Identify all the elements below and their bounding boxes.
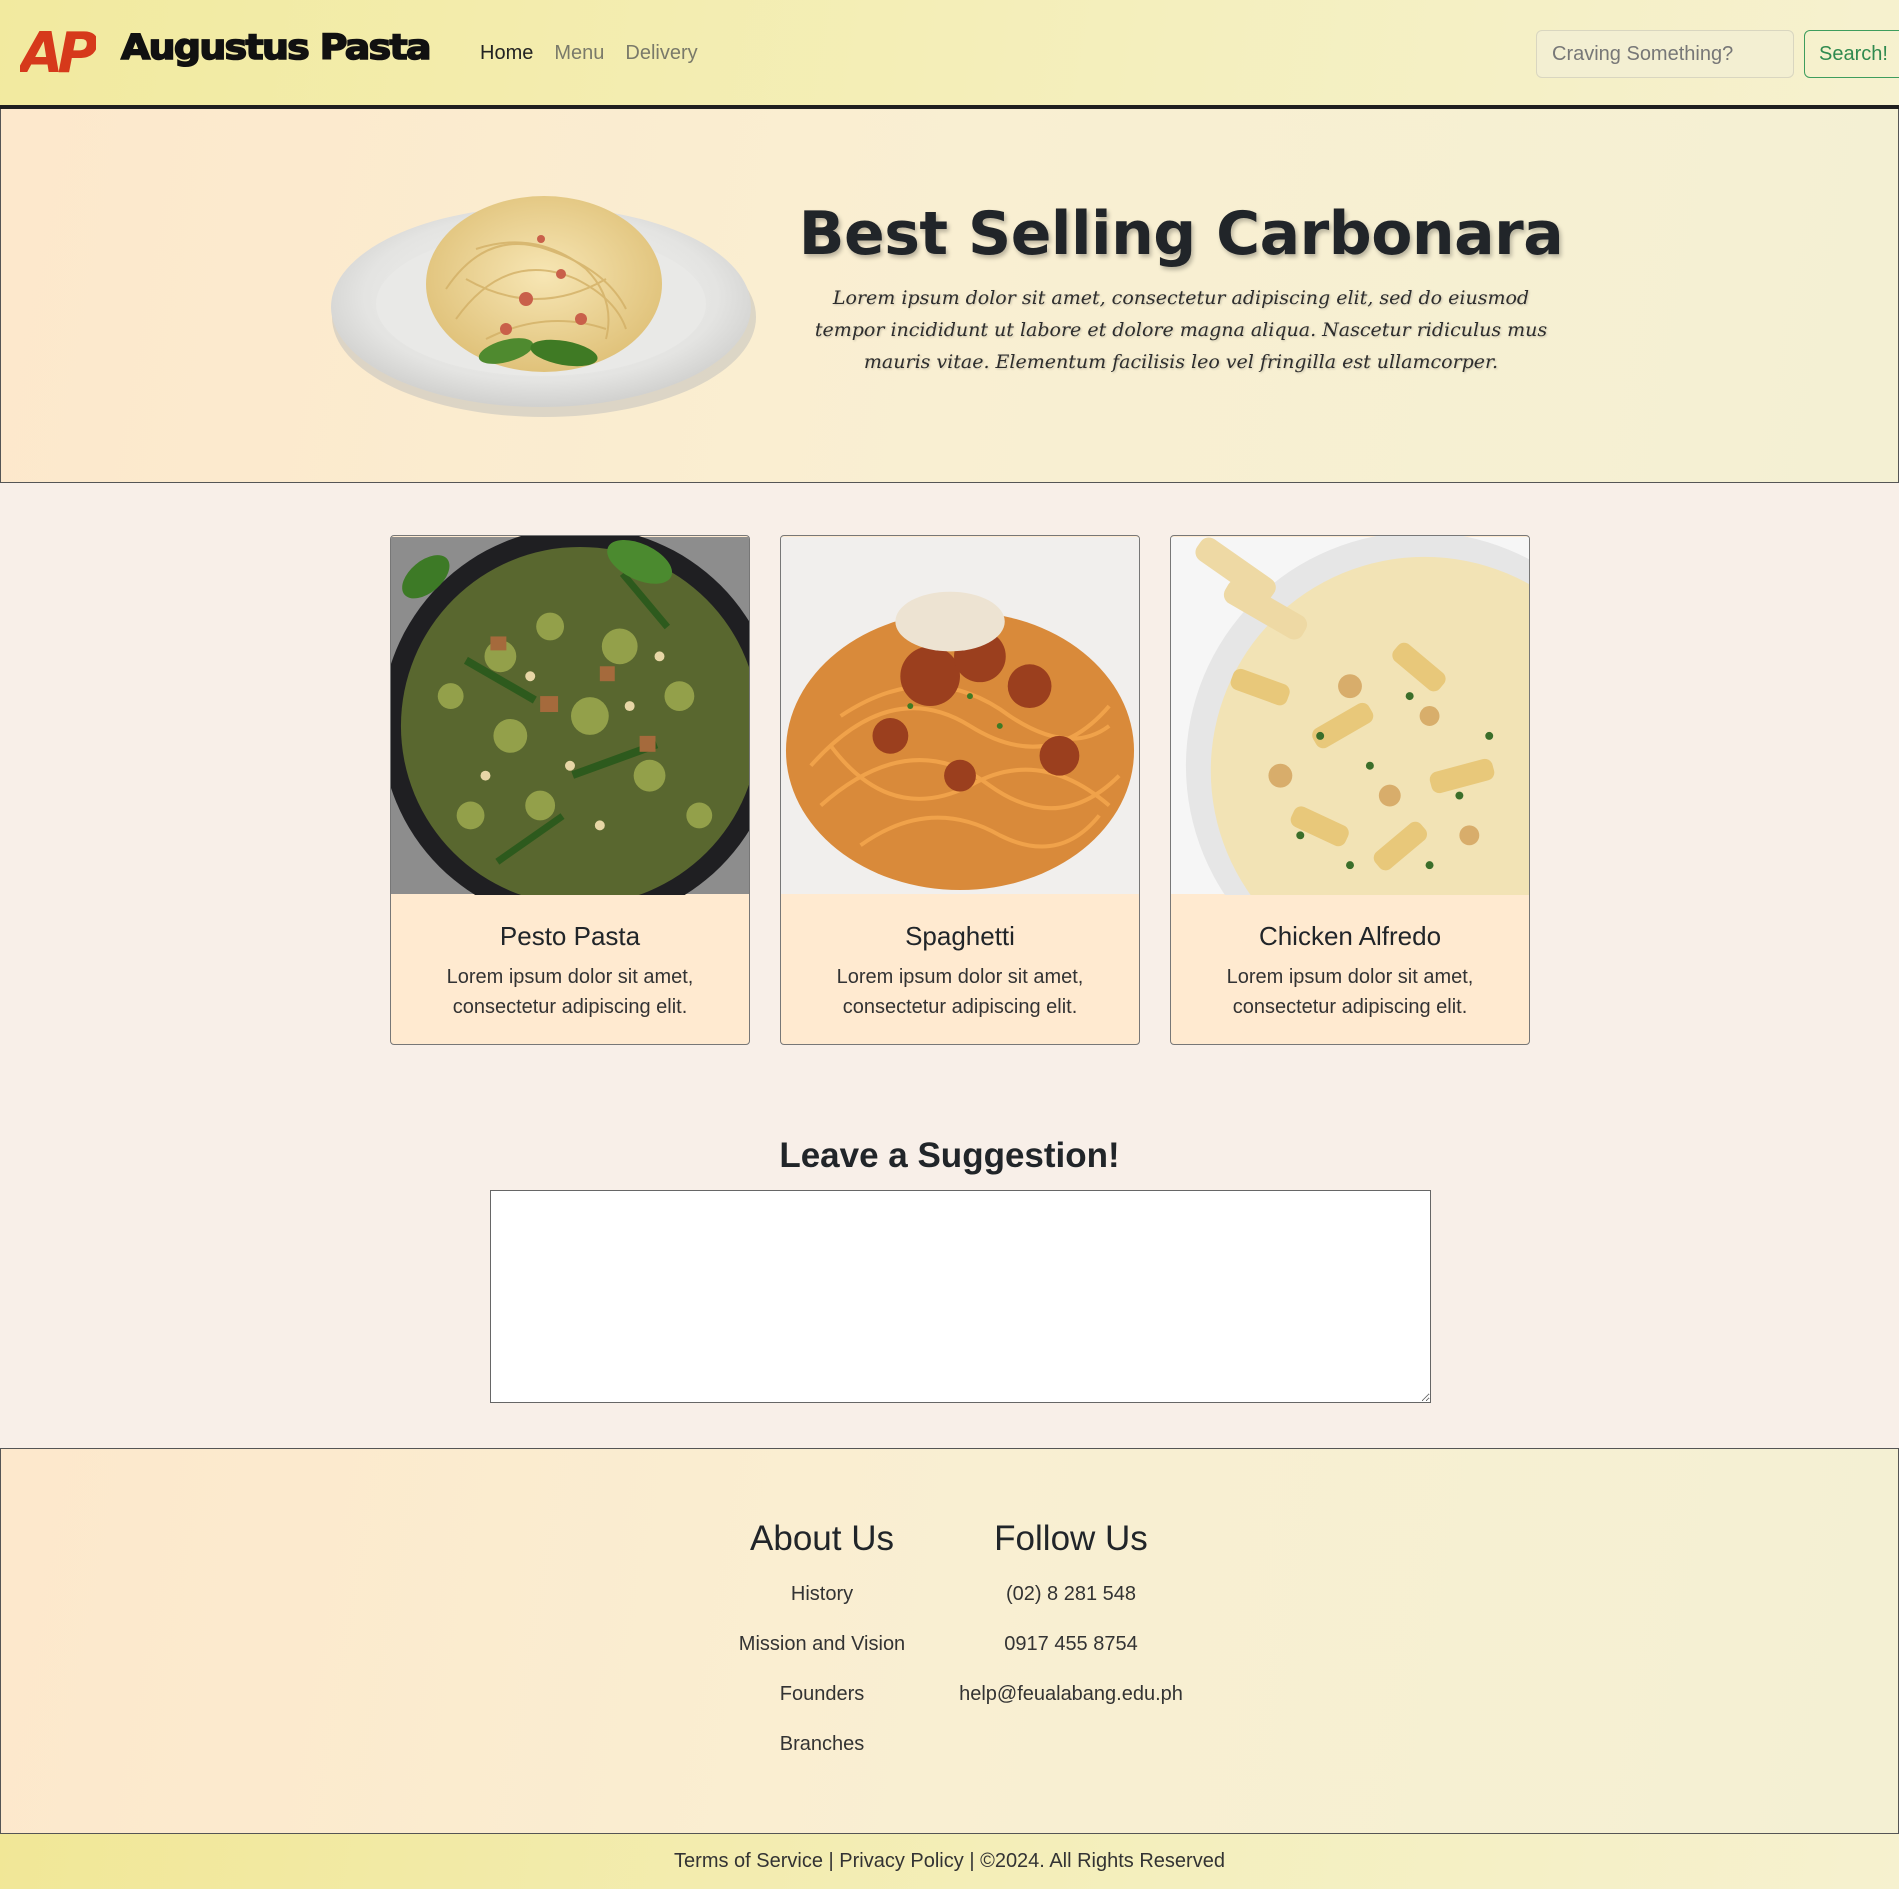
nav-links: Home Menu Delivery (480, 42, 698, 65)
separator: | (822, 1850, 840, 1872)
menu-card-spaghetti[interactable]: Spaghetti Lorem ipsum dolor sit amet, co… (780, 535, 1140, 1045)
footer-phone-mobile[interactable]: 0917 455 8754 (951, 1619, 1191, 1669)
navbar: AP Augustus Pasta Home Menu Delivery Sea… (0, 0, 1899, 109)
footer: About Us History Mission and Vision Foun… (0, 1448, 1899, 1834)
card-text: Lorem ipsum dolor sit amet, consectetur … (836, 966, 1084, 1018)
footer-link-founders[interactable]: Founders (720, 1669, 924, 1719)
svg-text:AP: AP (20, 22, 96, 80)
privacy-policy-link[interactable]: Privacy Policy (839, 1850, 963, 1872)
footer-link-history[interactable]: History (720, 1569, 924, 1619)
footer-about-title: About Us (750, 1519, 894, 1558)
suggestion-title: Leave a Suggestion! (779, 1136, 1120, 1175)
carbonara-image (331, 196, 756, 417)
chicken-alfredo-image (1171, 536, 1529, 895)
search-input[interactable] (1536, 30, 1794, 78)
footer-follow-us: Follow Us (02) 8 281 548 0917 455 8754 h… (951, 1519, 1191, 1719)
menu-card-alfredo[interactable]: Chicken Alfredo Lorem ipsum dolor sit am… (1170, 535, 1530, 1045)
hero-description: Lorem ipsum dolor sit amet, consectetur … (814, 287, 1548, 373)
nav-link-home[interactable]: Home (480, 42, 533, 65)
footer-about-us: About Us History Mission and Vision Foun… (720, 1519, 924, 1769)
card-text: Lorem ipsum dolor sit amet, consectetur … (1226, 966, 1474, 1018)
footer-follow-title: Follow Us (994, 1519, 1148, 1558)
footer-link-mission-vision[interactable]: Mission and Vision (720, 1619, 924, 1669)
bottom-bar: Terms of Service | Privacy Policy | ©202… (0, 1834, 1899, 1889)
hero-title: Best Selling Carbonara (798, 199, 1564, 269)
brand-name[interactable]: Augustus Pasta (120, 27, 432, 69)
search-button[interactable]: Search! (1804, 30, 1899, 78)
pesto-pasta-image (391, 536, 749, 895)
augustus-pasta-logo[interactable]: AP (20, 22, 96, 80)
footer-phone-landline[interactable]: (02) 8 281 548 (951, 1569, 1191, 1619)
card-title: Chicken Alfredo (1258, 921, 1442, 951)
terms-of-service-link[interactable]: Terms of Service (674, 1850, 823, 1872)
card-text: Lorem ipsum dolor sit amet, consectetur … (446, 966, 694, 1018)
footer-link-branches[interactable]: Branches (720, 1719, 924, 1769)
menu-card-pesto[interactable]: Pesto Pasta Lorem ipsum dolor sit amet, … (390, 535, 750, 1045)
nav-link-delivery[interactable]: Delivery (625, 42, 697, 65)
card-title: Pesto Pasta (499, 921, 641, 951)
suggestion-textarea[interactable] (490, 1190, 1431, 1403)
footer-email[interactable]: help@feualabang.edu.ph (951, 1669, 1191, 1719)
card-title: Spaghetti (905, 921, 1015, 951)
copyright-text: ©2024. All Rights Reserved (980, 1850, 1225, 1872)
spaghetti-image (781, 536, 1139, 895)
nav-link-menu[interactable]: Menu (554, 42, 604, 65)
hero-section: Best Selling Carbonara Lorem ipsum dolor… (0, 109, 1899, 483)
separator: | (963, 1850, 981, 1872)
